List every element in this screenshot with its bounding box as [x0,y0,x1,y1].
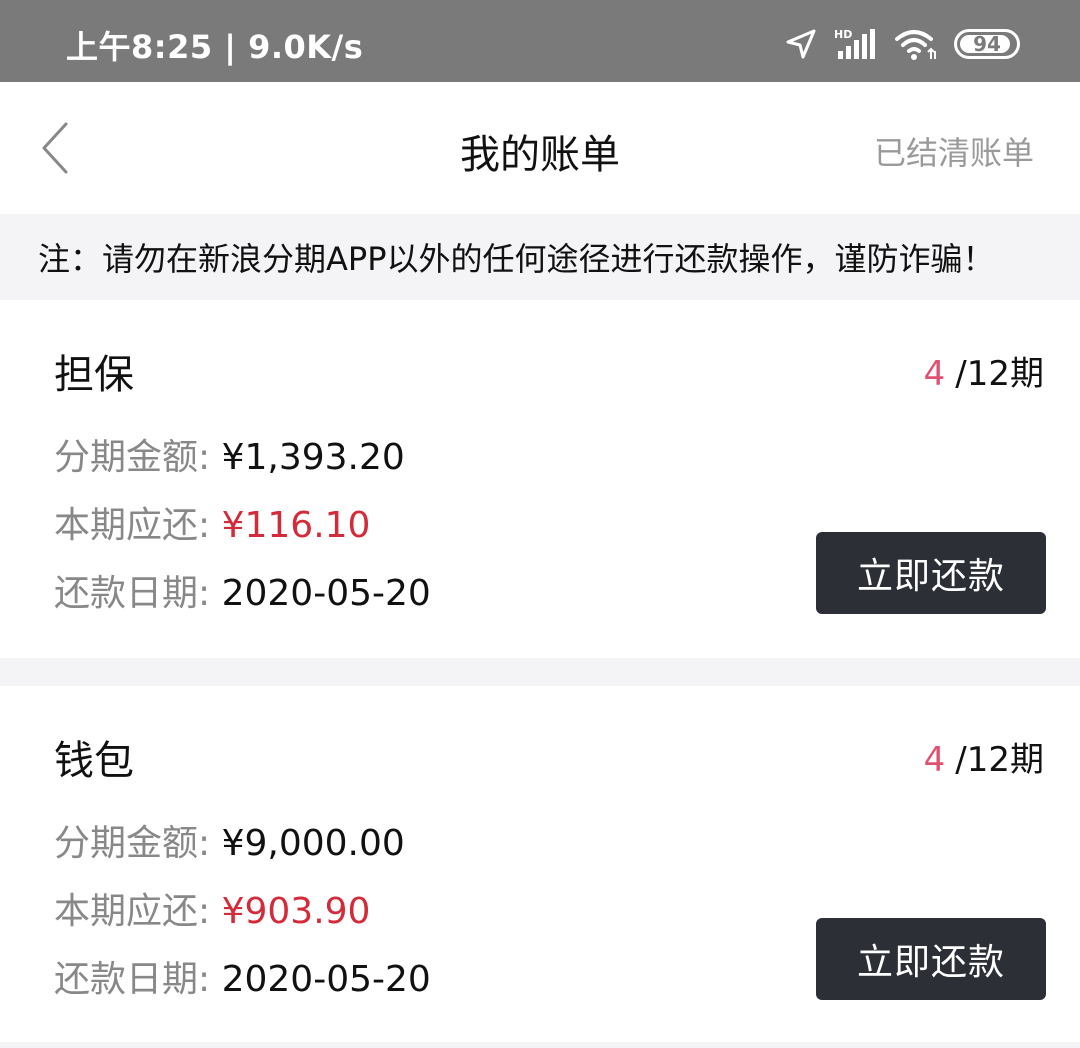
due-row: 本期应还: ¥903.90 [54,882,370,934]
due-row: 本期应还: ¥116.10 [54,496,370,548]
due-label: 本期应还: [54,891,211,932]
pay-now-button[interactable]: 立即还款 [816,532,1046,614]
status-icons: HD 94 [784,24,1020,64]
bill-card: 担保 4/12期 分期金额: ¥1,393.20 本期应还: ¥116.10 还… [0,300,1080,658]
wifi-icon [895,30,936,60]
date-row: 还款日期: 2020-05-20 [54,564,431,616]
amount-label: 分期金额: [54,823,211,864]
pay-now-button[interactable]: 立即还款 [816,918,1046,1000]
period-current: 4 [923,740,946,780]
amount-row: 分期金额: ¥9,000.00 [54,814,405,866]
bill-card: 钱包 4/12期 分期金额: ¥9,000.00 本期应还: ¥903.90 还… [0,686,1080,1042]
bill-period: 4/12期 [924,732,1044,781]
date-value: 2020-05-20 [221,959,431,1000]
status-bar: 上午8:25 | 9.0K/s HD 94 [0,0,1080,82]
due-value: ¥116.10 [221,505,371,546]
period-current: 4 [923,354,946,394]
date-label: 还款日期: [54,573,211,614]
due-value: ¥903.90 [221,891,371,932]
bill-period: 4/12期 [924,346,1044,395]
location-arrow-icon [786,29,816,59]
nav-bar: 我的账单 已结清账单 [0,82,1080,214]
bill-title: 担保 [54,352,134,398]
svg-text:HD: HD [834,28,852,41]
hd-signal-icon: HD [834,28,875,59]
battery-level-text: 94 [973,32,1001,56]
date-row: 还款日期: 2020-05-20 [54,950,431,1002]
due-label: 本期应还: [54,505,211,546]
date-value: 2020-05-20 [221,573,431,614]
amount-row: 分期金额: ¥1,393.20 [54,428,405,480]
settled-bills-link[interactable]: 已结清账单 [874,128,1034,174]
amount-value: ¥9,000.00 [221,823,405,864]
amount-value: ¥1,393.20 [221,437,405,478]
date-label: 还款日期: [54,959,211,1000]
period-total: /12期 [955,354,1044,394]
status-time: 上午8:25 | 9.0K/s [66,28,364,66]
bill-title: 钱包 [54,738,134,784]
period-total: /12期 [955,740,1044,780]
fraud-notice: 注：请勿在新浪分期APP以外的任何途径进行还款操作，谨防诈骗！ [0,214,1080,300]
battery-icon: 94 [954,29,1020,59]
amount-label: 分期金额: [54,437,211,478]
